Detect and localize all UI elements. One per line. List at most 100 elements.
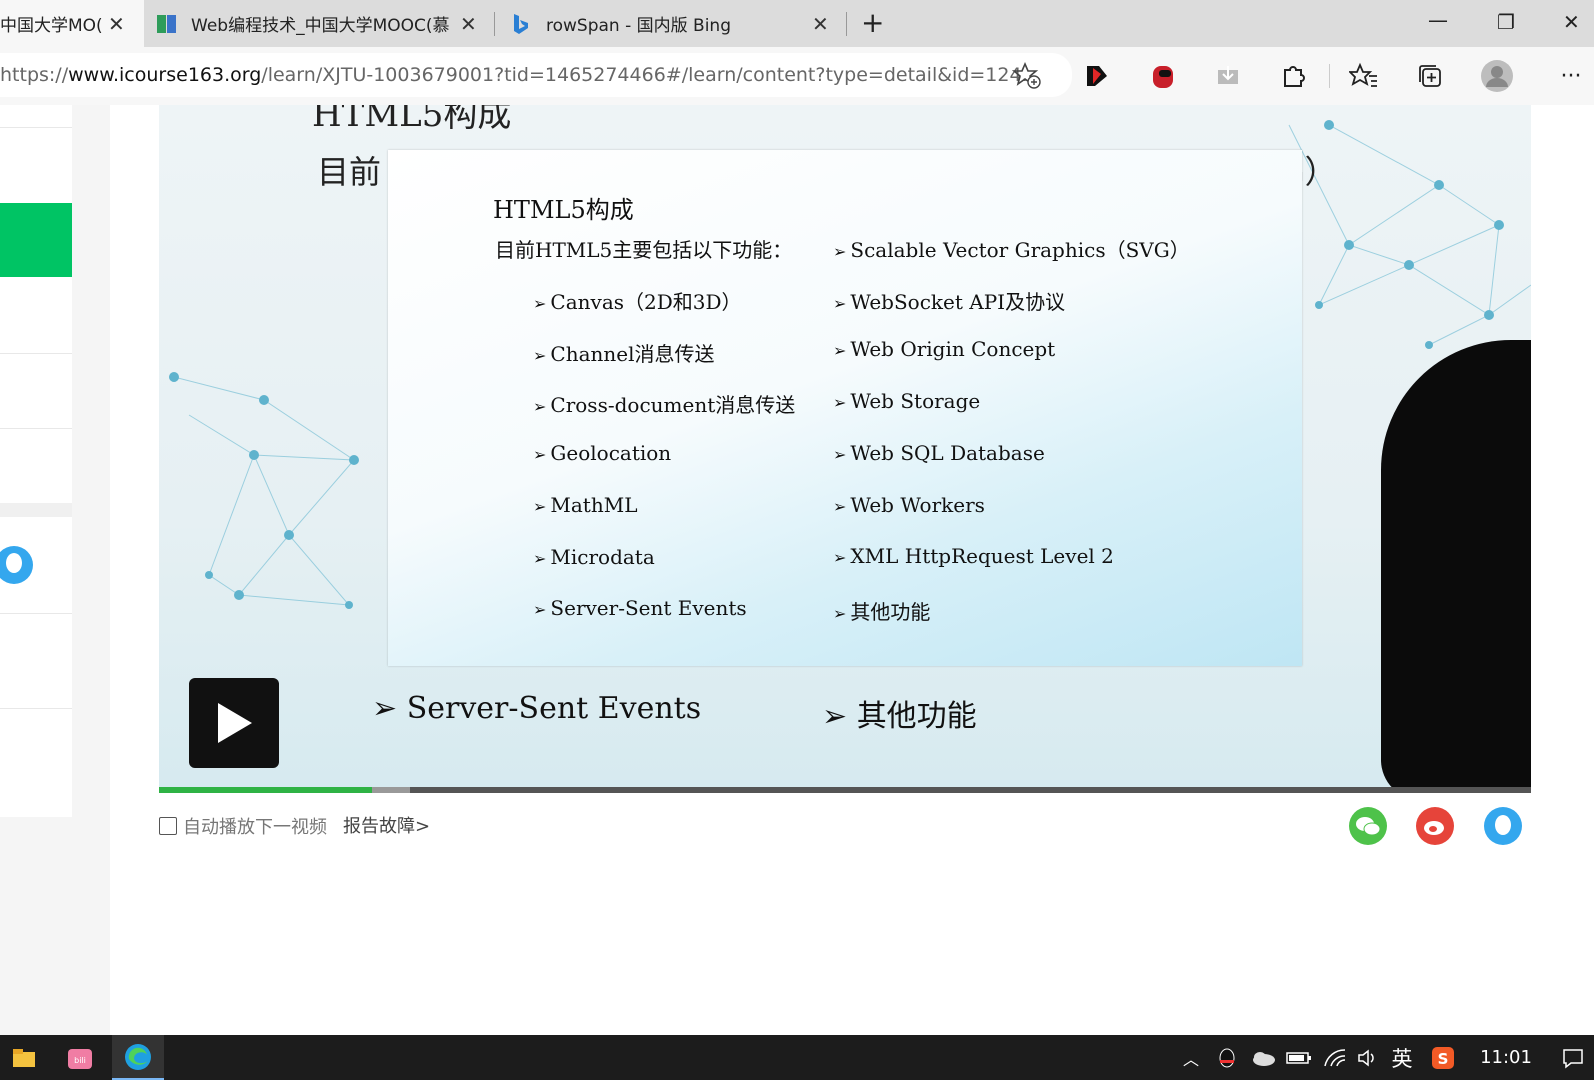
slide-list-item: ➢ WebSocket API及协议 [833,286,1065,315]
slide-list-item: ➢ Geolocation [533,441,671,465]
close-icon[interactable]: ✕ [812,12,829,36]
tab-title: Web编程技术_中国大学MOOC(慕 [191,16,450,36]
slide-list-item: ➢ Channel消息传送 [533,338,715,367]
tab-title: 中国大学MO( [0,16,103,36]
more-menu-icon[interactable]: ··· [1554,60,1588,92]
ime-indicator[interactable]: 英 [1385,1035,1419,1080]
autoplay-toggle[interactable]: 自动播放下一视频 [159,813,327,839]
item-text: Web SQL Database [850,440,1045,465]
book-icon [157,14,176,33]
favorites-icon[interactable] [1347,60,1381,92]
slide-bottom-left-item: ➢ Server-Sent Events [372,691,701,726]
background-slide-title: HTML5构成 [312,105,512,135]
battery-icon[interactable] [1284,1035,1314,1080]
bullet-icon: ➢ [833,393,847,413]
bullet-icon: ➢ [533,548,547,568]
collections-icon[interactable] [1413,60,1447,92]
extension-download-icon[interactable] [1211,60,1245,92]
tab-title: rowSpan - 国内版 Bing [546,16,731,36]
window-close-icon[interactable]: ✕ [1563,10,1580,34]
wifi-icon[interactable] [1320,1035,1350,1080]
new-tab-plus-icon[interactable]: + [861,6,884,39]
onedrive-icon[interactable] [1248,1035,1278,1080]
windows-taskbar: bili ︿ 英 S 11:01 [0,1035,1594,1080]
bullet-icon: ➢ [533,445,547,465]
autoplay-checkbox[interactable] [159,817,177,835]
sogou-input-icon[interactable]: S [1426,1035,1460,1080]
taskbar-clock[interactable]: 11:01 [1476,1035,1536,1080]
progress-played [159,787,372,793]
item-text: Canvas（2D和3D） [550,290,742,314]
slide-list-item: ➢ Scalable Vector Graphics（SVG） [833,234,1190,263]
item-text: Web Workers [850,492,985,517]
extensions-puzzle-icon[interactable] [1276,60,1310,92]
slide-list-item: ➢ XML HttpRequest Level 2 [833,544,1114,568]
sidebar-active-item[interactable] [0,203,72,277]
minimize-icon[interactable]: — [1428,8,1448,32]
item-text: Server-Sent Events [406,691,702,726]
slide-list-item: ➢ Web SQL Database [833,441,1045,465]
play-button[interactable] [189,678,279,768]
add-favorite-icon[interactable] [1011,61,1042,94]
item-text: WebSocket API及协议 [850,289,1066,314]
slide-list-item: ➢ Microdata [533,545,655,569]
url-prefix: https:// [0,64,69,86]
tab-course-active[interactable]: 中国大学MO( ✕ [0,0,144,47]
bullet-icon: ➢ [822,699,848,734]
file-explorer-icon[interactable] [4,1035,44,1080]
slide-list-item: ➢ Canvas（2D和3D） [533,286,742,315]
address-bar[interactable]: https://www.icourse163.org/learn/XJTU-10… [0,53,1072,97]
url-domain: www.icourse163.org [68,64,262,86]
volume-icon[interactable] [1353,1035,1383,1080]
slide-bottom-right-item: ➢ 其他功能 [822,691,977,735]
notification-icon[interactable] [1556,1035,1590,1080]
item-text: Server-Sent Events [550,596,747,621]
tab-bing[interactable]: rowSpan - 国内版 Bing ✕ [510,0,840,47]
browser-tab-bar: 中国大学MO( ✕ Web编程技术_中国大学MOOC(慕 ✕ rowSpan -… [0,0,1594,47]
edge-taskbar-icon[interactable] [112,1035,164,1080]
tab-divider [846,12,847,36]
report-issue-link[interactable]: 报告故障> [343,812,430,838]
slide-list-item: ➢ 其他功能 [833,596,930,625]
bullet-icon: ➢ [533,397,547,417]
bing-icon [514,13,528,34]
bullet-icon: ➢ [533,600,547,620]
close-icon[interactable]: ✕ [460,12,477,36]
close-icon[interactable]: ✕ [108,12,125,36]
bullet-icon: ➢ [833,341,847,361]
slide-list-item: ➢ Server-Sent Events [533,596,747,620]
slide-title: HTML5构成 [493,196,634,224]
video-player[interactable]: HTML5构成 目前 G） HTML5构成 目前HTML5主要包括以下功能： ➢… [159,105,1531,793]
item-text: Cross-document消息传送 [550,393,796,418]
profile-avatar-icon[interactable] [1480,60,1514,92]
wechat-icon[interactable] [1349,807,1387,845]
item-text: Web Storage [850,389,981,414]
item-text: MathML [550,492,638,517]
slide-list-item: ➢ Web Storage [833,389,980,413]
bullet-icon: ➢ [833,496,847,516]
qq-icon[interactable] [1484,807,1522,845]
bullet-icon: ➢ [833,293,847,313]
extension-red-icon[interactable] [1080,60,1114,92]
background-slide-intro: 目前 [317,153,382,191]
bilibili-icon[interactable]: bili [60,1035,100,1080]
qq-tray-icon[interactable] [1212,1035,1242,1080]
item-text: 其他功能 [856,699,977,734]
play-icon [218,703,252,743]
tray-expand-icon[interactable]: ︿ [1178,1035,1204,1080]
video-progress-bar[interactable] [159,787,1531,793]
svg-text:bili: bili [74,1056,86,1065]
sidebar-gap [0,503,72,517]
item-text: Microdata [550,544,655,569]
restore-icon[interactable]: ❐ [1497,10,1515,34]
item-text: Scalable Vector Graphics（SVG） [850,238,1190,262]
tab-web-programming[interactable]: Web编程技术_中国大学MOOC(慕 ✕ [155,0,495,47]
item-text: 其他功能 [850,599,931,624]
bullet-icon: ➢ [533,496,547,516]
slide-list-item: ➢ MathML [533,493,638,517]
qq-icon[interactable] [0,545,34,589]
tab-divider [494,12,495,36]
slide-intro: 目前HTML5主要包括以下功能： [495,238,793,262]
extension-character-icon[interactable] [1146,60,1180,92]
weibo-icon[interactable] [1416,807,1454,845]
